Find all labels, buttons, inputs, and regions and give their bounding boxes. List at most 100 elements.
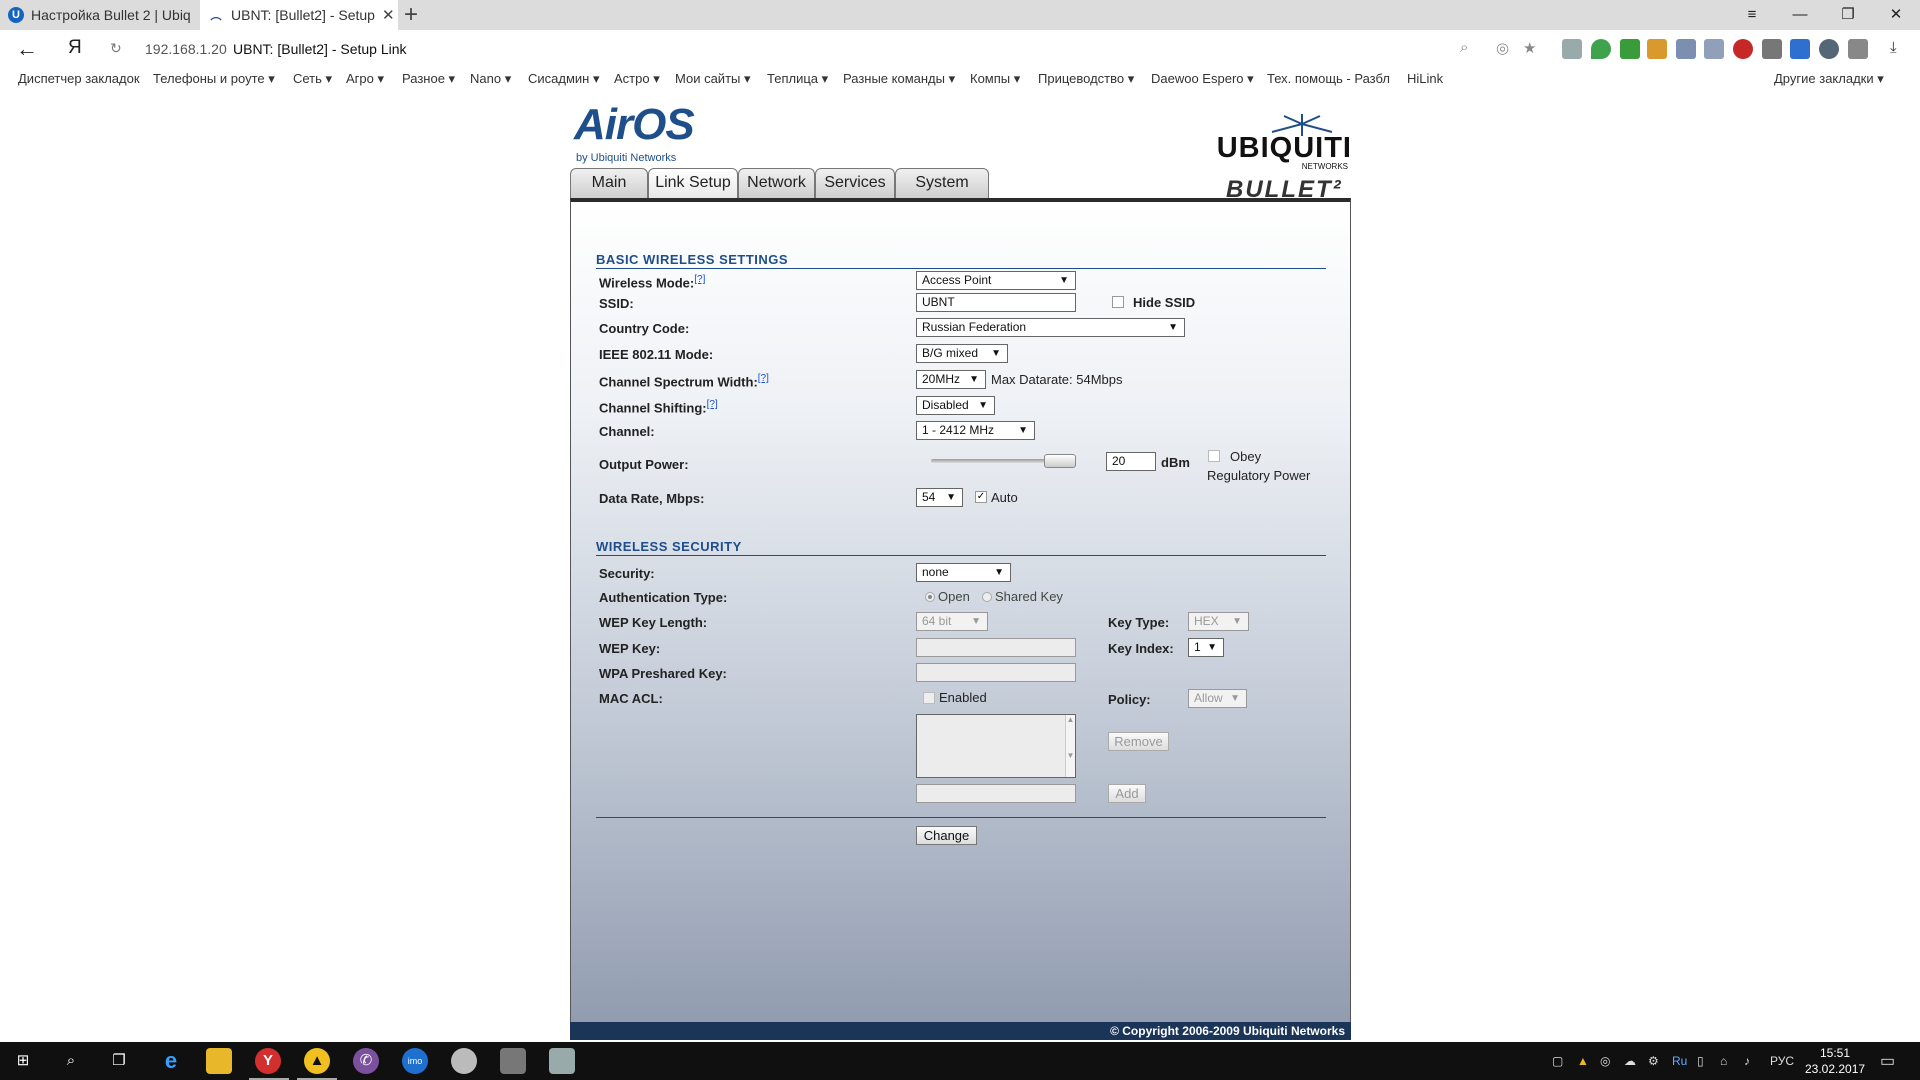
bookmark-item[interactable]: Сеть ▾ [293, 71, 332, 87]
bookmark-item[interactable]: Компы ▾ [970, 71, 1020, 87]
tray-icon[interactable]: ▢ [1552, 1054, 1563, 1068]
download-green-icon[interactable] [1620, 39, 1640, 59]
star-icon[interactable]: ★ [1523, 39, 1536, 57]
close-window-icon[interactable]: ✕ [1872, 0, 1920, 30]
help-link[interactable]: [?] [707, 399, 718, 410]
channel-width-select[interactable]: 20MHz ▼ [916, 370, 986, 389]
key-index-select[interactable]: 1 ▼ [1188, 638, 1224, 657]
notifications-icon[interactable]: ▭ [1880, 1051, 1895, 1071]
bookmark-item[interactable]: Диспетчер закладок [18, 71, 140, 86]
task-view-icon[interactable]: ❐ [106, 1048, 132, 1074]
bookmark-item[interactable]: Daewoo Espero ▾ [1151, 71, 1254, 87]
key-type-select[interactable]: HEX ▼ [1188, 612, 1249, 631]
tab-services[interactable]: Services [815, 168, 895, 198]
mac-acl-list[interactable]: ▲ ▼ [916, 714, 1076, 778]
tray-icon[interactable]: Ru [1672, 1054, 1687, 1068]
battery-icon[interactable]: ▯ [1697, 1054, 1704, 1068]
tab-ubiquiti-forum[interactable]: U Настройка Bullet 2 | Ubiquiti [0, 0, 198, 30]
tray-icon[interactable]: ▲ [1577, 1054, 1589, 1068]
auto-rate-checkbox[interactable]: ✓ [975, 491, 987, 503]
clock[interactable]: 15:51 23.02.2017 [1805, 1045, 1865, 1077]
obey-regulatory-checkbox[interactable] [1208, 450, 1220, 462]
mac-acl-add-input[interactable] [916, 784, 1076, 803]
app-icon[interactable]: ▲ [304, 1048, 330, 1074]
other-bookmarks[interactable]: Другие закладки ▾ [1774, 71, 1884, 87]
extension-home-icon[interactable] [1562, 39, 1582, 59]
extension-icon[interactable] [1762, 39, 1782, 59]
wep-key-input[interactable] [916, 638, 1076, 657]
tab-network[interactable]: Network [738, 168, 815, 198]
url-host[interactable]: 192.168.1.20 [145, 41, 227, 57]
bookmark-item[interactable]: Nano ▾ [470, 71, 511, 87]
tab-system[interactable]: System [895, 168, 989, 198]
chat-icon[interactable] [1647, 39, 1667, 59]
minimize-icon[interactable]: — [1776, 0, 1824, 30]
new-tab-icon[interactable]: + [404, 2, 418, 28]
file-explorer-icon[interactable] [206, 1048, 232, 1074]
protect-icon[interactable]: ◎ [1496, 39, 1509, 57]
volume-icon[interactable]: ♪ [1744, 1054, 1750, 1068]
wpa-key-input[interactable] [916, 663, 1076, 682]
search-icon[interactable]: ⌕ [1460, 39, 1468, 56]
input-language[interactable]: РУС [1770, 1054, 1794, 1068]
adblock-icon[interactable] [1733, 39, 1753, 59]
bookmark-item[interactable]: Прицеводство ▾ [1038, 71, 1134, 87]
tab-main[interactable]: Main [570, 168, 648, 198]
output-power-input[interactable]: 20 [1106, 452, 1156, 471]
ieee-mode-select[interactable]: B/G mixed ▼ [916, 344, 1008, 363]
bookmark-item[interactable]: Теплица ▾ [767, 71, 828, 87]
tab-setup-link[interactable]: ︵ UBNT: [Bullet2] - Setup Link ✕ [200, 0, 398, 30]
bookmark-item[interactable]: Разное ▾ [402, 71, 455, 87]
scrollbar[interactable]: ▲ ▼ [1065, 715, 1075, 777]
yandex-browser-icon[interactable]: Y [255, 1048, 281, 1074]
channel-shifting-select[interactable]: Disabled ▼ [916, 396, 995, 415]
hide-ssid-checkbox[interactable] [1112, 296, 1124, 308]
policy-select[interactable]: Allow ▼ [1188, 689, 1247, 708]
bookmark-item[interactable]: Астро ▾ [614, 71, 660, 87]
bookmark-item[interactable]: Разные команды ▾ [843, 71, 955, 87]
download-icon[interactable] [1704, 39, 1724, 59]
search-icon[interactable]: ⌕ [58, 1048, 84, 1074]
auth-shared-radio[interactable] [982, 592, 992, 602]
auth-open-radio[interactable] [925, 592, 935, 602]
bookmark-item[interactable]: Телефоны и роуте ▾ [153, 71, 275, 87]
reload-icon[interactable]: ↻ [110, 40, 122, 57]
viber-icon[interactable]: ✆ [353, 1048, 379, 1074]
back-arrow-icon[interactable]: ← [16, 36, 38, 62]
downloads-icon[interactable]: ⤓ [1890, 39, 1897, 56]
bookmark-item[interactable]: HiLink [1407, 71, 1443, 86]
tray-icon[interactable]: ◎ [1600, 1054, 1610, 1068]
country-code-select[interactable]: Russian Federation ▼ [916, 318, 1185, 337]
windows-start-icon[interactable]: ⊞ [10, 1048, 36, 1074]
restore-icon[interactable]: ❐ [1824, 0, 1872, 30]
tab-link-setup[interactable]: Link Setup [648, 168, 738, 200]
data-rate-select[interactable]: 54 ▼ [916, 488, 963, 507]
url-page-title[interactable]: UBNT: [Bullet2] - Setup Link [233, 41, 407, 57]
app-icon[interactable] [500, 1048, 526, 1074]
app-icon[interactable] [451, 1048, 477, 1074]
network-icon[interactable]: ⌂ [1720, 1054, 1727, 1068]
tray-icon[interactable]: ⚙ [1648, 1054, 1659, 1068]
yandex-icon[interactable]: Я [68, 37, 82, 59]
help-link[interactable]: [?] [694, 274, 705, 285]
wep-key-length-select[interactable]: 64 bit ▼ [916, 612, 988, 631]
ssid-input[interactable]: UBNT [916, 293, 1076, 312]
add-button[interactable]: Add [1108, 784, 1146, 803]
bookmark-item[interactable]: Агро ▾ [346, 71, 384, 87]
translate-icon[interactable] [1790, 39, 1810, 59]
change-button[interactable]: Change [916, 826, 977, 845]
imo-icon[interactable]: imo [402, 1048, 428, 1074]
extension-icon[interactable] [1848, 39, 1868, 59]
shield-check-icon[interactable] [1591, 39, 1611, 59]
remove-button[interactable]: Remove [1108, 732, 1169, 751]
output-power-slider-thumb[interactable] [1044, 454, 1076, 468]
bookmark-item[interactable]: Тех. помощь - Разбл [1267, 71, 1390, 86]
app-icon[interactable] [549, 1048, 575, 1074]
help-link[interactable]: [?] [758, 373, 769, 384]
mac-acl-enabled-checkbox[interactable] [923, 692, 935, 704]
bookmark-item[interactable]: Сисадмин ▾ [528, 71, 599, 87]
vpn-icon[interactable] [1819, 39, 1839, 59]
edge-icon[interactable]: e [158, 1048, 184, 1074]
bookmark-item[interactable]: Мои сайты ▾ [675, 71, 751, 87]
mail-icon[interactable] [1676, 39, 1696, 59]
